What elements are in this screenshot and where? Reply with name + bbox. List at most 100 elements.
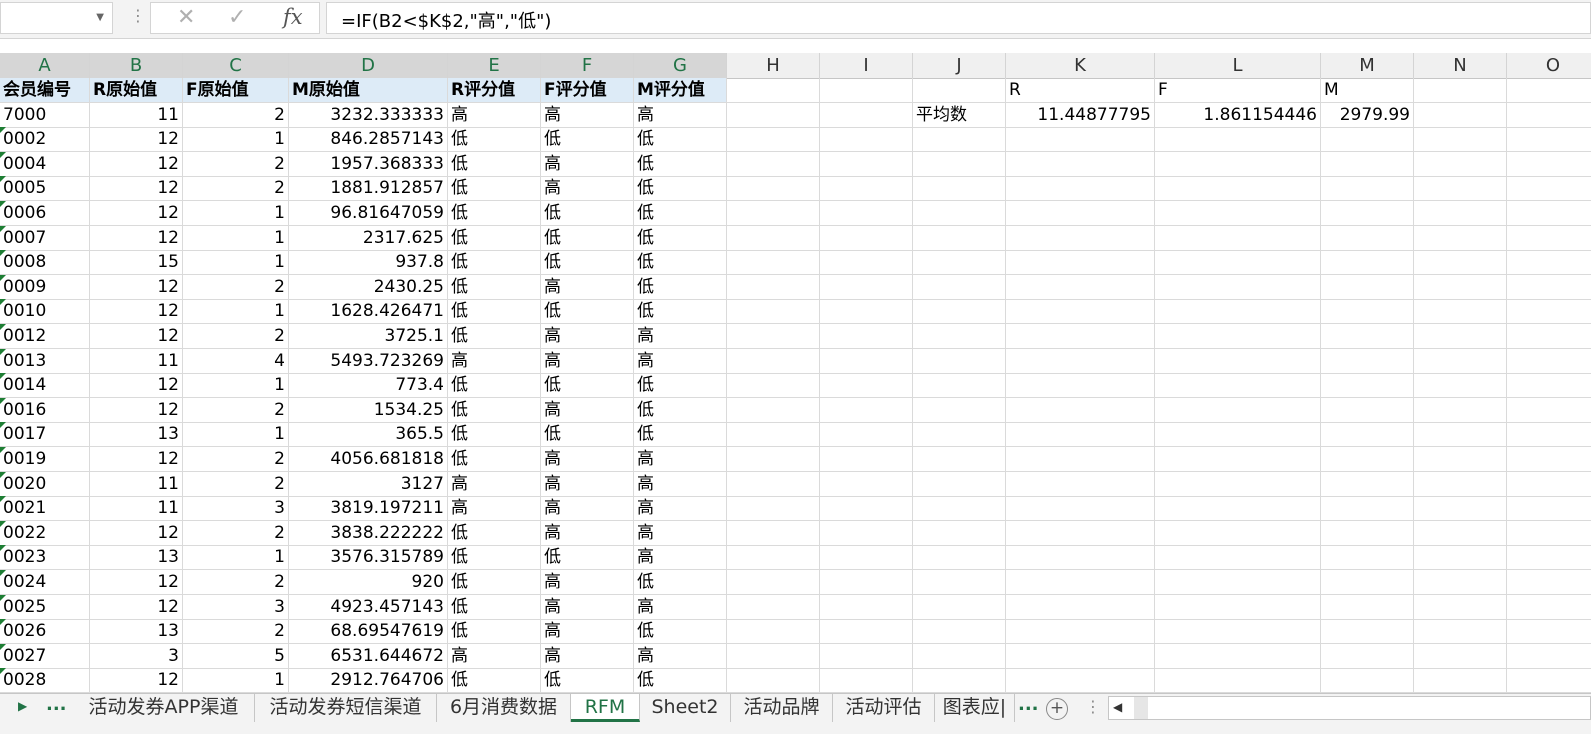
cell-c[interactable]: 3 xyxy=(183,496,289,522)
cell-f[interactable]: 低 xyxy=(541,422,634,448)
cell-c[interactable]: 1 xyxy=(183,250,289,276)
cell-b[interactable]: R原始值 xyxy=(90,78,183,103)
cell-i[interactable] xyxy=(820,78,913,103)
cell-m[interactable] xyxy=(1321,274,1414,300)
cell-h[interactable] xyxy=(727,520,820,546)
cell-c[interactable]: 2 xyxy=(183,102,289,128)
cell-h[interactable] xyxy=(727,594,820,620)
cell-k[interactable] xyxy=(1006,201,1155,226)
cell-g[interactable]: 高 xyxy=(634,324,727,349)
cell-j[interactable] xyxy=(913,619,1006,645)
cell-f[interactable]: 低 xyxy=(541,668,634,693)
cell-j[interactable] xyxy=(913,447,1006,472)
sheet-tab[interactable]: RFM xyxy=(571,694,640,722)
cell-e[interactable]: 低 xyxy=(448,225,541,251)
cell-n[interactable] xyxy=(1414,348,1507,374)
cell-k[interactable] xyxy=(1006,422,1155,448)
cell-i[interactable] xyxy=(820,570,913,595)
cell-o[interactable] xyxy=(1507,472,1591,497)
cell-d[interactable]: 365.5 xyxy=(289,422,448,448)
cell-f[interactable]: 高 xyxy=(541,619,634,645)
cell-m[interactable] xyxy=(1321,471,1414,497)
column-header-l[interactable]: L xyxy=(1155,53,1321,78)
column-header-i[interactable]: I xyxy=(820,53,913,78)
cell-c[interactable]: 1 xyxy=(183,127,289,153)
cell-d[interactable]: 1881.912857 xyxy=(289,176,448,202)
cell-m[interactable]: M xyxy=(1321,78,1414,103)
cell-e[interactable]: 低 xyxy=(448,299,541,325)
cell-a[interactable]: 0006 xyxy=(0,201,90,226)
cell-d[interactable]: 3127 xyxy=(289,471,448,497)
cell-k[interactable] xyxy=(1006,447,1155,472)
cell-f[interactable]: 高 xyxy=(541,348,634,374)
cell-h[interactable] xyxy=(727,496,820,522)
cell-f[interactable]: 低 xyxy=(541,545,634,571)
cell-h[interactable] xyxy=(727,250,820,276)
cell-f[interactable]: 低 xyxy=(541,299,634,325)
cell-a[interactable]: 0005 xyxy=(0,176,90,202)
cell-h[interactable] xyxy=(727,570,820,595)
cell-l[interactable] xyxy=(1155,471,1321,497)
cell-c[interactable]: 2 xyxy=(183,397,289,423)
cell-o[interactable] xyxy=(1507,226,1591,251)
cell-g[interactable]: 高 xyxy=(634,520,727,546)
cell-g[interactable]: 低 xyxy=(634,201,727,226)
cell-b[interactable]: 12 xyxy=(90,447,183,472)
cell-f[interactable]: 高 xyxy=(541,520,634,546)
cell-a[interactable]: 0022 xyxy=(0,520,90,546)
cell-d[interactable]: 3838.222222 xyxy=(289,520,448,546)
cell-c[interactable]: 2 xyxy=(183,570,289,595)
cell-a[interactable]: 0019 xyxy=(0,447,90,472)
cell-e[interactable]: 高 xyxy=(448,102,541,128)
cell-d[interactable]: 68.69547619 xyxy=(289,619,448,645)
cell-e[interactable]: 低 xyxy=(448,373,541,399)
cell-e[interactable]: 高 xyxy=(448,496,541,522)
cell-a[interactable]: 0025 xyxy=(0,594,90,620)
cell-i[interactable] xyxy=(820,373,913,399)
cell-b[interactable]: 13 xyxy=(90,619,183,645)
cell-b[interactable]: 12 xyxy=(90,225,183,251)
cell-j[interactable] xyxy=(913,78,1006,103)
cell-n[interactable] xyxy=(1414,471,1507,497)
cell-g[interactable]: 低 xyxy=(634,570,727,595)
cell-e[interactable]: 高 xyxy=(448,348,541,374)
cell-o[interactable] xyxy=(1507,250,1591,276)
cell-h[interactable] xyxy=(727,225,820,251)
cell-f[interactable]: 高 xyxy=(541,274,634,300)
cell-m[interactable] xyxy=(1321,545,1414,571)
cell-g[interactable]: 高 xyxy=(634,447,727,472)
cell-b[interactable]: 11 xyxy=(90,102,183,128)
cell-b[interactable]: 12 xyxy=(90,274,183,300)
cell-d[interactable]: 1957.368333 xyxy=(289,151,448,177)
cell-g[interactable]: 高 xyxy=(634,545,727,571)
cell-i[interactable] xyxy=(820,201,913,226)
cell-l[interactable] xyxy=(1155,619,1321,645)
cell-n[interactable] xyxy=(1414,324,1507,349)
cell-a[interactable]: 0017 xyxy=(0,422,90,448)
cell-d[interactable]: 2317.625 xyxy=(289,225,448,251)
cell-o[interactable] xyxy=(1507,324,1591,349)
cell-f[interactable]: 高 xyxy=(541,397,634,423)
cell-f[interactable]: 高 xyxy=(541,570,634,595)
cell-i[interactable] xyxy=(820,299,913,325)
cell-d[interactable]: 920 xyxy=(289,570,448,595)
cell-l[interactable] xyxy=(1155,225,1321,251)
cell-a[interactable]: 0002 xyxy=(0,127,90,153)
cell-n[interactable] xyxy=(1414,373,1507,399)
cell-g[interactable]: 低 xyxy=(634,397,727,423)
cell-n[interactable] xyxy=(1414,176,1507,202)
sheet-tab[interactable]: 6月消费数据 xyxy=(437,694,571,722)
column-header-c[interactable]: C xyxy=(183,53,289,78)
cell-k[interactable] xyxy=(1006,299,1155,325)
cell-h[interactable] xyxy=(727,422,820,448)
cell-o[interactable] xyxy=(1507,373,1591,399)
cell-j[interactable] xyxy=(913,127,1006,153)
cell-k[interactable] xyxy=(1006,619,1155,645)
cell-j[interactable] xyxy=(913,594,1006,620)
cell-n[interactable] xyxy=(1414,643,1507,669)
cell-c[interactable]: 2 xyxy=(183,324,289,349)
cell-m[interactable] xyxy=(1321,619,1414,645)
cell-d[interactable]: 3725.1 xyxy=(289,324,448,349)
cell-i[interactable] xyxy=(820,151,913,177)
cell-j[interactable] xyxy=(913,643,1006,669)
